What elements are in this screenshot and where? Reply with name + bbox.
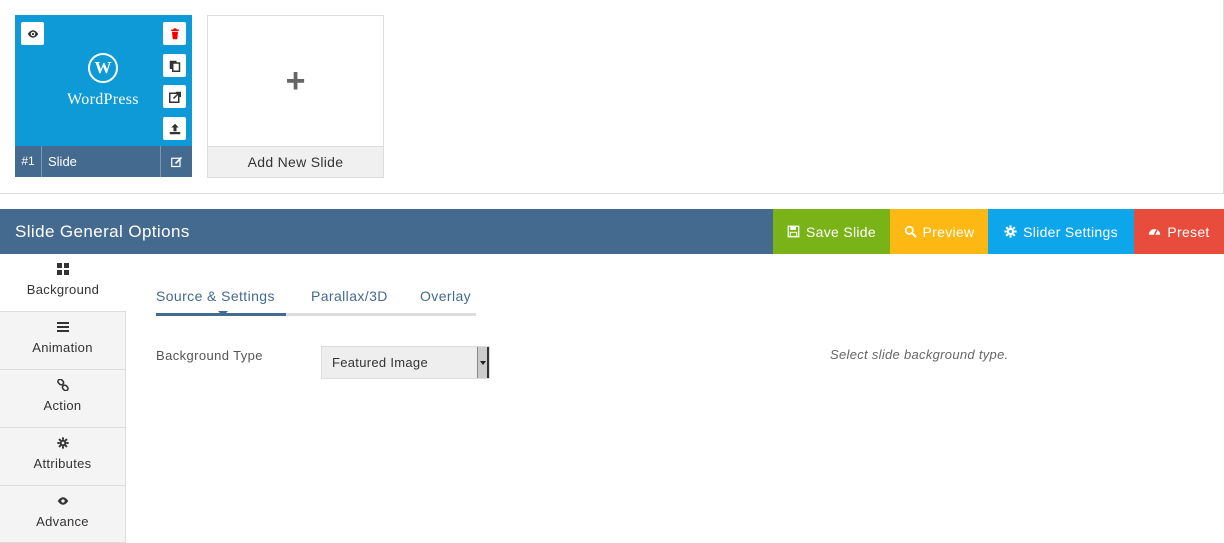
slider-settings-label: Slider Settings	[1023, 223, 1118, 240]
background-type-value: Featured Image	[332, 355, 428, 370]
tab-attributes[interactable]: Attributes	[0, 428, 126, 486]
share-slide-icon[interactable]	[163, 85, 186, 108]
delete-slide-trash-icon[interactable]	[163, 22, 186, 45]
upload-slide-icon[interactable]	[163, 117, 186, 140]
tab-advance[interactable]: Advance	[0, 486, 126, 543]
chevron-down-icon	[477, 347, 489, 378]
tab-attributes-label: Attributes	[33, 456, 92, 471]
link-icon	[0, 378, 125, 393]
slide-card[interactable]: W WordPress #1 Slide	[15, 15, 192, 177]
tab-action[interactable]: Action	[0, 370, 126, 428]
eye-icon	[0, 495, 125, 509]
background-type-help: Select slide background type.	[830, 347, 1009, 362]
list-icon	[0, 321, 125, 335]
grid-icon	[0, 263, 126, 277]
preset-button[interactable]: Preset	[1134, 209, 1224, 254]
slide-title-bar: #1 Slide	[15, 146, 192, 177]
slide-thumbnail[interactable]: W WordPress	[15, 15, 192, 146]
background-type-select[interactable]: Featured Image	[321, 346, 490, 379]
subtab-overlay[interactable]: Overlay	[420, 288, 471, 316]
tab-background[interactable]: Background	[0, 254, 126, 312]
preview-label: Preview	[922, 223, 975, 240]
active-subtab-caret	[218, 311, 228, 316]
save-slide-button[interactable]: Save Slide	[773, 209, 890, 254]
plus-icon: +	[285, 61, 306, 100]
tab-advance-label: Advance	[36, 514, 89, 529]
slider-settings-button[interactable]: Slider Settings	[988, 209, 1134, 254]
gear-icon	[0, 437, 125, 451]
slide-number: #1	[15, 146, 42, 177]
options-title: Slide General Options	[15, 222, 190, 241]
preset-label: Preset	[1167, 223, 1210, 240]
duplicate-slide-copy-icon[interactable]	[163, 54, 186, 77]
add-new-slide-label: Add New Slide	[208, 146, 383, 177]
slides-strip: W WordPress #1 Slide + Add New Slide	[0, 0, 1224, 194]
preview-button[interactable]: Preview	[890, 209, 988, 254]
dashboard-icon	[1149, 229, 1161, 236]
slide-name[interactable]: Slide	[48, 146, 77, 177]
search-icon	[904, 225, 917, 238]
add-new-slide-button[interactable]: + Add New Slide	[207, 15, 384, 178]
save-slide-label: Save Slide	[806, 223, 876, 240]
floppy-icon	[787, 225, 800, 238]
subtab-parallax-3d[interactable]: Parallax/3D	[311, 288, 388, 316]
background-type-label: Background Type	[156, 348, 263, 363]
wordpress-logo: W WordPress	[53, 53, 153, 109]
background-subtabs: Source & Settings Parallax/3D Overlay	[156, 288, 476, 316]
options-header: Slide General Options Save Slide Preview…	[0, 209, 1224, 254]
tab-background-label: Background	[26, 282, 100, 297]
edit-slide-icon[interactable]	[160, 146, 192, 177]
gear-icon	[1004, 225, 1017, 238]
tab-animation[interactable]: Animation	[0, 312, 126, 370]
preview-slide-eye-icon[interactable]	[21, 22, 44, 45]
tab-animation-label: Animation	[32, 340, 93, 355]
tab-action-label: Action	[43, 398, 82, 413]
